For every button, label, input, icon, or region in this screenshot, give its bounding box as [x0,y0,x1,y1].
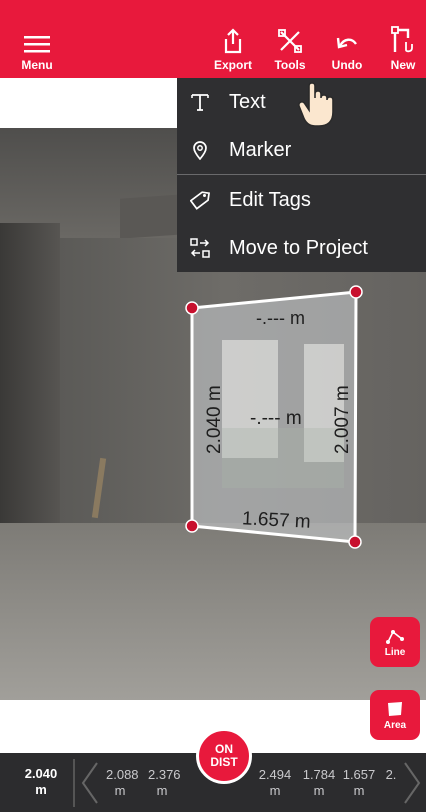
chevron-right-icon[interactable] [402,761,422,805]
corner-handle-bottom-right[interactable] [348,535,362,549]
dimension-top[interactable]: -.--- m [256,308,305,329]
app-root: Menu Export Tools Undo New -.--- m -.---… [0,0,426,812]
line-button-label: Line [384,646,406,658]
tag-icon [189,189,211,211]
area-button-label: Area [383,719,407,731]
history-item[interactable]: 2.088 m [106,767,139,799]
menu-item-move-to-project-label: Move to Project [229,236,368,259]
menu-button[interactable]: Menu [14,0,60,78]
line-tool-icon [386,629,404,644]
hamburger-icon [24,36,50,53]
on-dist-line2: DIST [210,755,238,769]
area-tool-icon [388,701,402,716]
menu-divider [177,174,426,175]
move-project-icon [189,237,211,259]
undo-icon [336,37,357,49]
text-icon [189,91,211,113]
menu-item-edit-tags[interactable]: Edit Tags [177,176,426,224]
export-label: Export [213,58,252,72]
history-item[interactable]: 1.657 m [342,767,376,799]
history-divider [73,759,75,807]
dimension-left[interactable]: 2.040 m [204,385,226,454]
history-item[interactable]: 2. [384,767,398,783]
export-button[interactable]: Export [210,0,256,78]
new-sketch-icon [391,26,413,53]
history-item[interactable]: 2.376 m [148,767,181,799]
corner-handle-top-left[interactable] [185,301,199,315]
on-dist-button[interactable]: ON DIST [196,728,252,784]
menu-item-text-label: Text [229,90,266,113]
current-value: 2.040 [24,766,58,781]
tools-button[interactable]: Tools [267,0,313,78]
history-item[interactable]: 1.784 m [302,767,336,799]
dimension-bottom[interactable]: 1.657 m [241,508,312,534]
area-button[interactable]: Area [370,690,420,740]
tools-icon [278,29,302,53]
line-button[interactable]: Line [370,617,420,667]
current-unit: m [35,782,47,797]
menu-label: Menu [21,58,53,72]
menu-item-marker-label: Marker [229,138,292,161]
corner-handle-bottom-left[interactable] [185,519,199,533]
dimension-right[interactable]: 2.007 m [332,385,354,454]
tap-hand-icon [298,82,334,127]
new-button[interactable]: New [380,0,426,78]
top-toolbar: Menu Export Tools Undo New [0,0,426,78]
marker-pin-icon [189,139,211,161]
menu-item-edit-tags-label: Edit Tags [229,188,311,211]
new-label: New [390,58,416,72]
chevron-left-icon[interactable] [80,761,100,805]
menu-item-move-to-project[interactable]: Move to Project [177,224,426,272]
export-icon [224,28,242,54]
history-item[interactable]: 2.494 m [258,767,292,799]
tools-label: Tools [274,58,306,72]
undo-label: Undo [331,58,363,72]
menu-item-marker[interactable]: Marker [177,126,426,174]
undo-button[interactable]: Undo [324,0,370,78]
corner-handle-top-right[interactable] [349,285,363,299]
current-measurement[interactable]: 2.040 m [14,766,68,798]
dimension-center[interactable]: -.--- m [250,408,302,430]
